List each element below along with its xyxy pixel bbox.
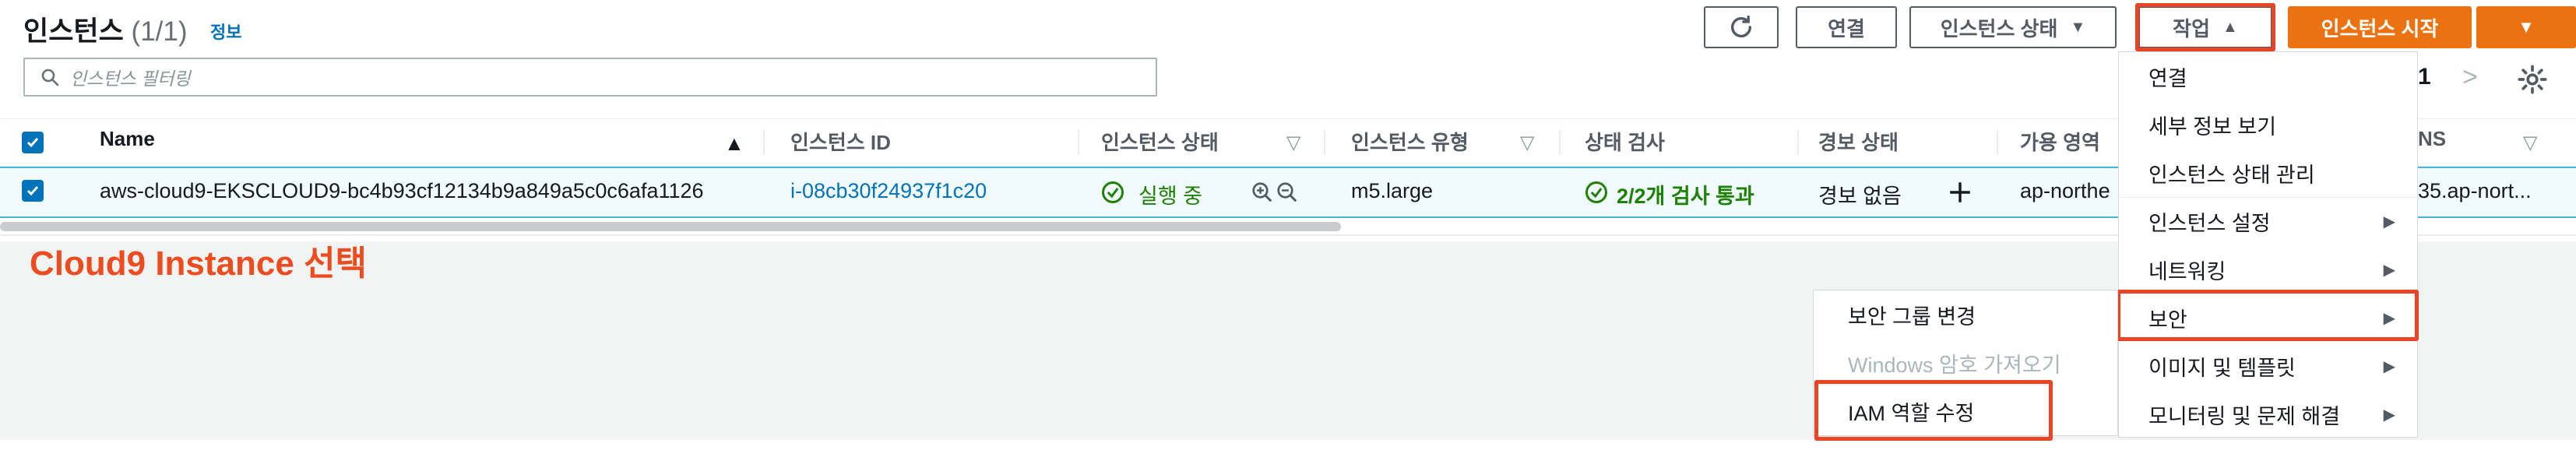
actions-menu: 연결 세부 정보 보기 인스턴스 상태 관리 인스턴스 설정 ▶ 네트워킹 ▶ 보안…	[2118, 51, 2419, 438]
check-circle-icon	[1102, 181, 1124, 203]
sort-ascending-icon[interactable]: ▲	[724, 132, 744, 156]
chevron-right-icon: ▶	[2383, 357, 2395, 375]
actions-highlight	[2135, 3, 2275, 51]
instance-state-label: 인스턴스 상태	[1940, 16, 2058, 40]
info-link[interactable]: 정보	[210, 19, 241, 44]
menu-item-view-details[interactable]: 세부 정보 보기	[2119, 100, 2419, 149]
gear-icon[interactable]	[2517, 64, 2548, 95]
zoom-in-icon[interactable]	[1251, 181, 1274, 204]
menu-item-monitor-troubleshoot[interactable]: 모니터링 및 문제 해결 ▶	[2119, 390, 2419, 438]
menu-item-instance-settings[interactable]: 인스턴스 설정 ▶	[2119, 197, 2419, 245]
menu-item-label: 연결	[2148, 66, 2187, 90]
instance-type-value: m5.large	[1351, 179, 1434, 202]
search-input[interactable]: 인스턴스 필터링	[23, 58, 1157, 97]
search-placeholder: 인스턴스 필터링	[70, 69, 191, 89]
annotation-text: Cloud9 Instance 선택	[30, 245, 368, 283]
instance-state-value: 실행 중	[1138, 185, 1203, 208]
filter-caret-icon[interactable]: ▽	[2523, 132, 2537, 154]
horizontal-scrollbar[interactable]	[0, 222, 1341, 231]
zoom-out-icon[interactable]	[1276, 181, 1299, 204]
column-separator	[1559, 130, 1561, 155]
column-separator	[1078, 130, 1079, 155]
iam-role-highlight	[1814, 380, 2053, 441]
chevron-right-icon: ▶	[2383, 406, 2395, 424]
launch-instances-button[interactable]: 인스턴스 시작	[2288, 6, 2472, 48]
submenu-change-security-groups[interactable]: 보안 그룹 변경	[1814, 290, 2119, 339]
instance-id-link[interactable]: i-08cb30f24937f1c20	[790, 179, 987, 203]
chevron-right-icon: ▶	[2383, 261, 2395, 279]
refresh-icon	[1730, 15, 1752, 37]
menu-item-label: 네트워킹	[2148, 259, 2226, 283]
caret-down-icon: ▼	[2070, 18, 2086, 36]
dns-value: 35.ap-nort...	[2418, 179, 2532, 202]
menu-item-label: 이미지 및 템플릿	[2148, 356, 2296, 380]
instance-state-button[interactable]: 인스턴스 상태 ▼	[1909, 6, 2117, 48]
column-separator	[1997, 130, 1998, 155]
next-page-icon[interactable]: >	[2462, 62, 2478, 93]
caret-down-icon: ▼	[2518, 17, 2535, 37]
filter-caret-icon[interactable]: ▽	[1286, 132, 1300, 154]
column-name[interactable]: Name	[100, 127, 155, 151]
check-icon	[26, 186, 39, 196]
menu-item-label: 세부 정보 보기	[2148, 114, 2277, 139]
column-separator	[1797, 130, 1799, 155]
search-icon	[41, 69, 59, 86]
column-instance-id[interactable]: 인스턴스 ID	[790, 127, 891, 156]
menu-item-images-templates[interactable]: 이미지 및 템플릿 ▶	[2119, 342, 2419, 390]
connect-button[interactable]: 연결	[1796, 6, 1897, 48]
status-check-value: 2/2개 검사 통과	[1617, 185, 1754, 208]
column-dns[interactable]: NS	[2418, 127, 2446, 151]
page-title: 인스턴스 (1/1)	[23, 9, 188, 49]
plus-icon[interactable]	[1947, 179, 1973, 206]
column-status-check[interactable]: 상태 검사	[1585, 127, 1665, 156]
column-alarm-status[interactable]: 경보 상태	[1818, 127, 1899, 156]
refresh-button[interactable]	[1704, 6, 1779, 48]
page-title-text: 인스턴스	[23, 16, 124, 47]
menu-item-label: 모니터링 및 문제 해결	[2148, 404, 2341, 428]
column-instance-type[interactable]: 인스턴스 유형	[1351, 127, 1469, 156]
column-availability-zone[interactable]: 가용 영역	[2020, 127, 2100, 156]
check-icon	[26, 138, 39, 148]
chevron-right-icon: ▶	[2383, 213, 2395, 230]
column-separator	[763, 130, 765, 155]
column-separator	[1324, 130, 1325, 155]
check-circle-icon	[1585, 181, 1607, 203]
menu-item-connect[interactable]: 연결	[2119, 52, 2419, 100]
filter-caret-icon[interactable]: ▽	[1520, 132, 1534, 154]
page-number[interactable]: 1	[2418, 64, 2431, 90]
security-highlight	[2117, 290, 2419, 341]
alarm-status-value: 경보 없음	[1818, 185, 1902, 208]
menu-item-networking[interactable]: 네트워킹 ▶	[2119, 245, 2419, 294]
instance-count: (1/1)	[131, 16, 188, 47]
row-checkbox[interactable]	[22, 180, 44, 202]
availability-zone-value: ap-northe	[2020, 179, 2110, 202]
select-all-checkbox[interactable]	[22, 132, 44, 153]
column-instance-state[interactable]: 인스턴스 상태	[1101, 127, 1219, 156]
menu-item-manage-state[interactable]: 인스턴스 상태 관리	[2119, 149, 2419, 197]
menu-item-label: 인스턴스 설정	[2148, 212, 2271, 235]
menu-item-label: 인스턴스 상태 관리	[2148, 163, 2315, 187]
instance-name: aws-cloud9-EKSCLOUD9-bc4b93cf12134b9a849…	[100, 179, 704, 202]
launch-dropdown-button[interactable]: ▼	[2476, 6, 2576, 48]
